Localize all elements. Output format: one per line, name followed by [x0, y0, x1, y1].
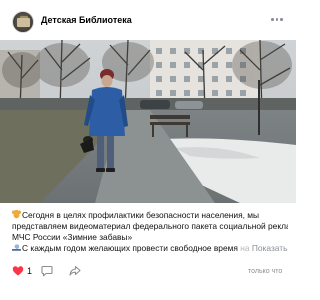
show-more-link[interactable]: Показать ещё [252, 243, 288, 253]
sled-emoji-icon [12, 243, 21, 252]
post-text-line-4-body: С каждым годом желающих провести свободн… [22, 243, 238, 253]
post-text-line-4: С каждым годом желающих провести свободн… [12, 243, 288, 254]
heart-icon[interactable] [12, 264, 24, 278]
more-horizontal-icon[interactable] [271, 18, 283, 22]
avatar-book-shape-front [17, 18, 30, 27]
post-text-line-2: представляем видеоматериал федерального … [12, 221, 288, 231]
post-text: Сегодня в целях профилактики безопасност… [12, 210, 288, 254]
photo-scene [0, 40, 296, 203]
group-avatar[interactable] [12, 11, 34, 33]
post-header: Детская Библиотека [0, 0, 296, 40]
post-time: только что [248, 268, 283, 275]
group-name[interactable]: Детская Библиотека [41, 15, 132, 25]
post-photo[interactable] [0, 40, 296, 203]
post-text-line-1: Сегодня в целях профилактики безопасност… [12, 210, 288, 221]
like-count[interactable]: 1 [27, 266, 32, 276]
post-text-line-3: МЧС России «Зимние забавы» [12, 232, 133, 242]
comment-icon[interactable] [41, 264, 53, 278]
post-text-faded: на [240, 243, 250, 253]
paw-emoji-icon [12, 210, 21, 219]
post-text-line-1-body: Сегодня в целях профилактики безопасност… [22, 210, 260, 220]
share-icon[interactable] [69, 264, 81, 278]
